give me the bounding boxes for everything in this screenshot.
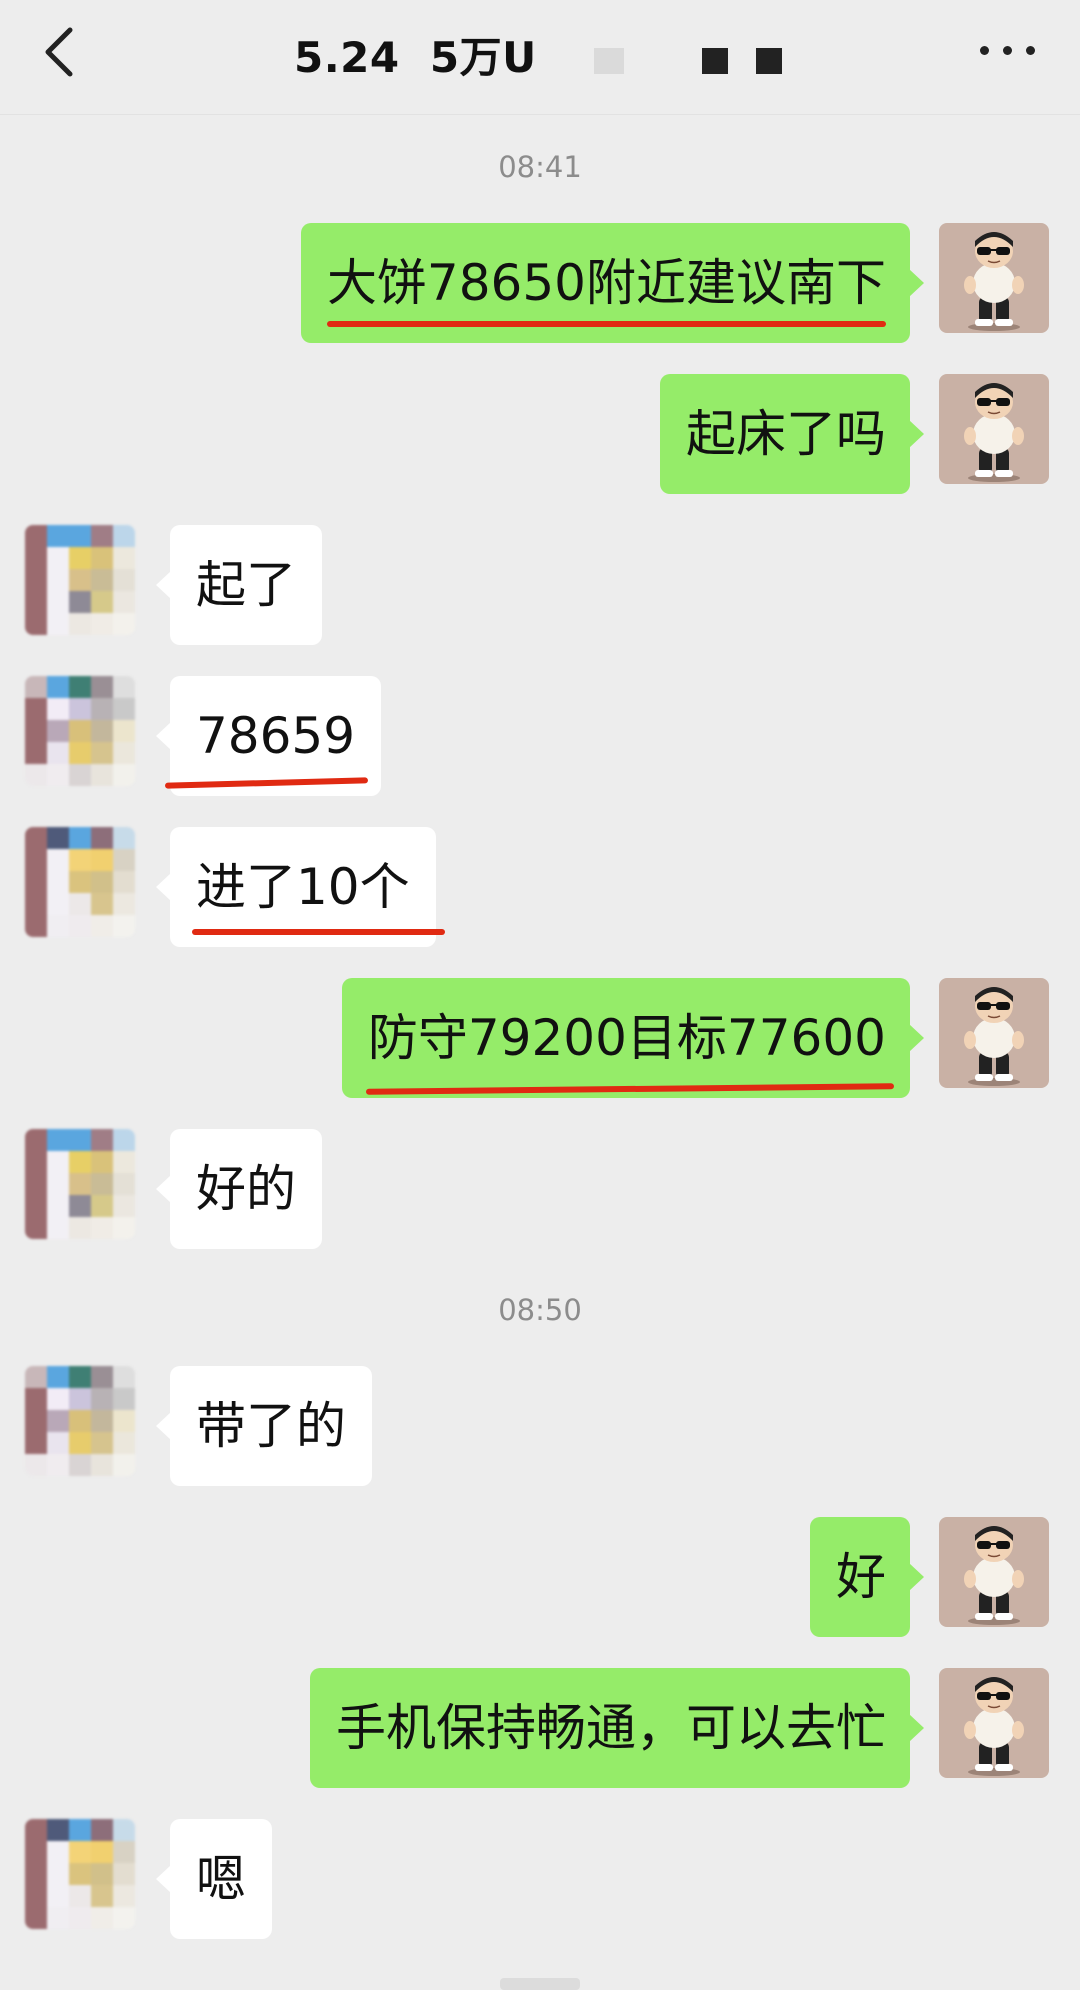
- avatar-peer[interactable]: [25, 827, 135, 937]
- message-text: 嗯: [196, 1850, 246, 1908]
- message-bubble-incoming[interactable]: 带了的: [156, 1366, 372, 1486]
- message-text: 防守79200目标77600: [367, 1009, 886, 1067]
- highlight-underline: [326, 321, 886, 327]
- message-bubble-incoming[interactable]: 嗯: [156, 1819, 272, 1939]
- message-text: 起了: [196, 556, 296, 614]
- message-bubble-outgoing[interactable]: 好: [810, 1517, 924, 1637]
- message-text: 大饼78650附近建议南下: [326, 254, 886, 312]
- timestamp: 08:41: [498, 150, 582, 184]
- message-text: 起床了吗: [686, 405, 886, 463]
- redaction-mark: [702, 48, 728, 74]
- avatar-self[interactable]: [939, 223, 1049, 333]
- chat-title: 5.24 5万U: [294, 33, 537, 82]
- avatar-self[interactable]: [939, 374, 1049, 484]
- message-bubble-outgoing[interactable]: 大饼78650附近建议南下: [300, 223, 925, 343]
- avatar-peer[interactable]: [25, 1129, 135, 1239]
- redaction-mark: [594, 48, 624, 74]
- avatar-self[interactable]: [939, 978, 1049, 1088]
- message-text: 手机保持畅通，可以去忙: [336, 1699, 886, 1757]
- partial-timestamp: [500, 1978, 580, 1990]
- message-bubble-outgoing[interactable]: 起床了吗: [660, 374, 924, 494]
- message-text: 带了的: [196, 1397, 346, 1455]
- message-text: 好的: [196, 1160, 296, 1218]
- back-button[interactable]: [40, 22, 90, 82]
- message-text: 进了10个: [196, 858, 410, 916]
- message-bubble-outgoing[interactable]: 手机保持畅通，可以去忙: [310, 1668, 924, 1788]
- avatar-peer[interactable]: [25, 1819, 135, 1929]
- message-text: 78659: [196, 707, 356, 765]
- avatar-self[interactable]: [939, 1517, 1049, 1627]
- avatar-self[interactable]: [939, 1668, 1049, 1778]
- more-button[interactable]: [976, 30, 1040, 70]
- avatar-peer[interactable]: [25, 1366, 135, 1476]
- top-bar: 5.24 5万U: [0, 0, 1080, 115]
- avatar-peer[interactable]: [25, 676, 135, 786]
- message-bubble-incoming[interactable]: 好的: [156, 1129, 322, 1249]
- redaction-mark: [756, 48, 782, 74]
- message-bubble-outgoing[interactable]: 防守79200目标77600: [341, 978, 925, 1098]
- avatar-peer[interactable]: [25, 525, 135, 635]
- highlight-underline: [192, 929, 445, 935]
- chevron-left-icon: [45, 27, 73, 77]
- timestamp: 08:50: [498, 1293, 582, 1327]
- message-bubble-incoming[interactable]: 起了: [156, 525, 322, 645]
- message-text: 好: [836, 1548, 886, 1606]
